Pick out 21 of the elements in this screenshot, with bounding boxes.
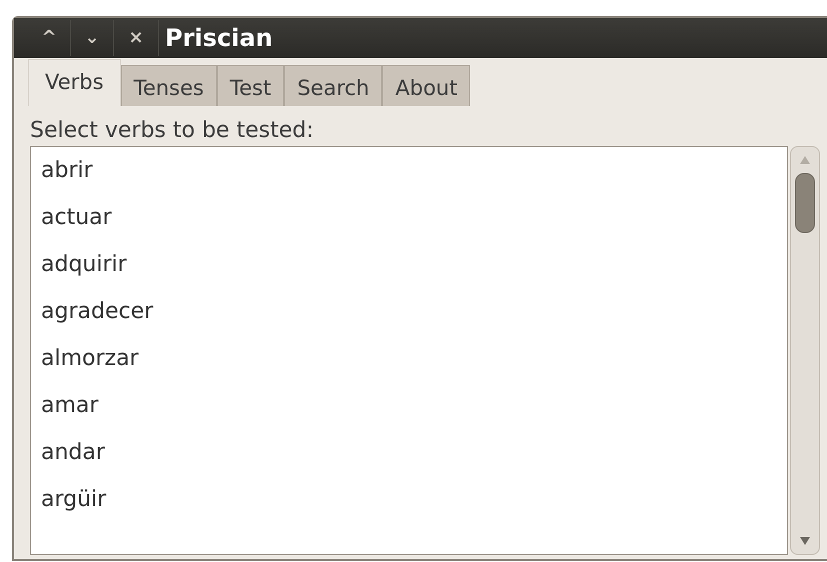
verb-item[interactable]: andar: [41, 440, 105, 465]
verb-item[interactable]: amar: [41, 393, 98, 418]
verb-item[interactable]: argüir: [41, 487, 106, 512]
tab[interactable]: Test: [216, 65, 284, 106]
verb-item[interactable]: actuar: [41, 205, 112, 230]
verb-item[interactable]: adquirir: [41, 252, 127, 277]
prompt-label: Select verbs to be tested:: [30, 117, 315, 145]
verb-item[interactable]: agradecer: [41, 299, 154, 324]
scrollbar[interactable]: [790, 146, 820, 555]
verb-item[interactable]: almorzar: [41, 346, 139, 371]
move-down-button[interactable]: ⌄: [71, 20, 114, 56]
tab[interactable]: Tenses: [120, 65, 217, 106]
scroll-down-icon[interactable]: [799, 536, 811, 546]
tab[interactable]: About: [382, 65, 470, 106]
close-button[interactable]: ×: [114, 20, 159, 56]
window-title: Priscian: [165, 24, 273, 52]
tab[interactable]: Search: [284, 65, 382, 106]
move-up-button[interactable]: ^: [28, 20, 71, 56]
verb-item[interactable]: abrir: [41, 158, 93, 183]
scroll-thumb[interactable]: [795, 173, 815, 233]
tab[interactable]: Verbs: [28, 59, 121, 106]
